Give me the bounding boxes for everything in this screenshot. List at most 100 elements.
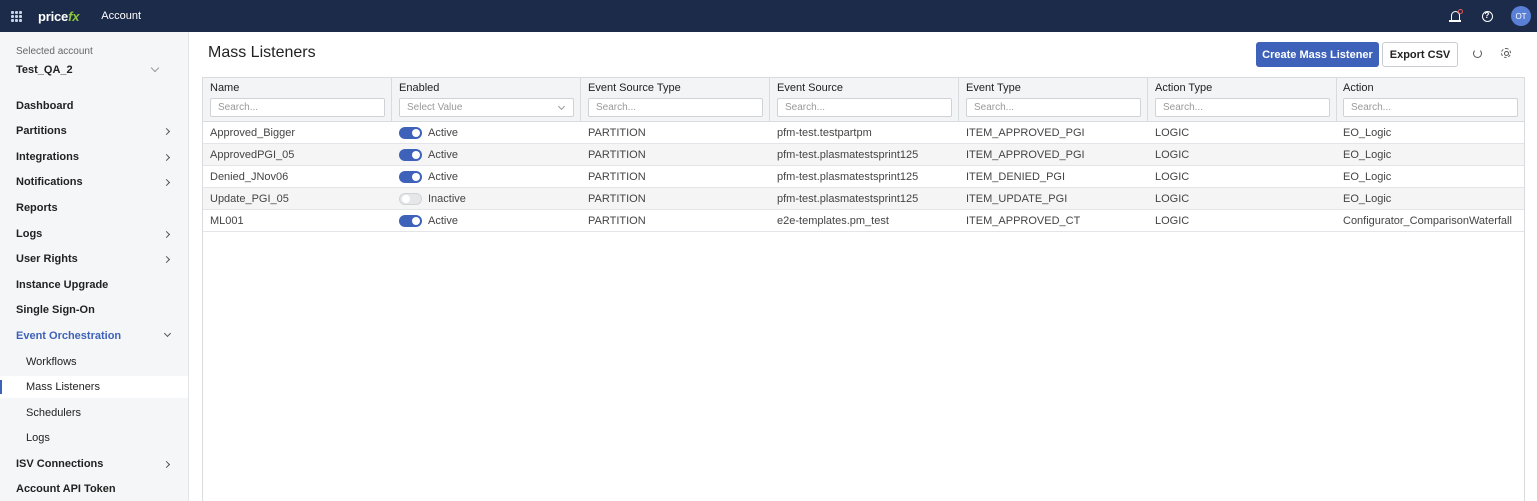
chevron-down-icon[interactable] [150,63,160,73]
event-source-filter-input[interactable]: Search... [777,98,952,117]
table-row[interactable]: Update_PGI_05 Inactive PARTITION pfm-tes… [203,188,1524,210]
cell-status: Inactive [428,193,466,205]
help-icon[interactable]: ? [1479,8,1495,24]
page-title: Mass Listeners [208,44,316,61]
sidebar-item-logs[interactable]: Logs [0,223,188,245]
export-csv-button[interactable]: Export CSV [1382,42,1458,67]
cell-event-source-type: PARTITION [588,149,646,161]
sidebar-item-dashboard[interactable]: Dashboard [0,95,188,117]
chevron-right-icon [162,178,171,187]
account-selector[interactable]: Test_QA_2 [16,64,73,76]
event-type-filter-input[interactable]: Search... [966,98,1141,117]
cell-action: EO_Logic [1343,127,1392,139]
enabled-filter-select[interactable]: Select Value [399,98,574,117]
cell-event-source: e2e-templates.pm_test [777,215,889,227]
cell-action: EO_Logic [1343,171,1392,183]
pricefx-logo[interactable]: pricefx [38,9,79,24]
table-row[interactable]: ML001 Active PARTITION e2e-templates.pm_… [203,210,1524,232]
cell-name: Approved_Bigger [210,127,296,139]
sidebar-item-single-sign-on[interactable]: Single Sign-On [0,299,188,321]
app-title: Account [101,10,141,22]
cell-action-type: LOGIC [1155,171,1190,183]
column-header-name[interactable]: Name Search... [203,78,392,122]
cell-action-type: LOGIC [1155,127,1190,139]
event-source-type-filter-input[interactable]: Search... [588,98,763,117]
sidebar-item-eo-logs[interactable]: Logs [0,427,188,449]
cell-status: Active [428,215,458,227]
chevron-right-icon [162,230,171,239]
notifications-bell-icon[interactable] [1447,8,1463,24]
enabled-toggle[interactable] [399,127,422,139]
cell-event-source-type: PARTITION [588,171,646,183]
sidebar-item-isv-connections[interactable]: ISV Connections [0,453,188,475]
cell-action-type: LOGIC [1155,149,1190,161]
cell-event-source-type: PARTITION [588,127,646,139]
enabled-toggle[interactable] [399,193,422,205]
column-header-action-type[interactable]: Action Type Search... [1148,78,1337,122]
column-header-event-type[interactable]: Event Type Search... [959,78,1148,122]
table-header: Name Search... Enabled Select Value Even… [203,78,1524,122]
cell-name: ML001 [210,215,244,227]
cell-status: Active [428,171,458,183]
cell-event-source-type: PARTITION [588,193,646,205]
chevron-right-icon [162,460,171,469]
enabled-toggle[interactable] [399,149,422,161]
table-row[interactable]: ApprovedPGI_05 Active PARTITION pfm-test… [203,144,1524,166]
column-header-action[interactable]: Action Search... [1336,78,1524,122]
cell-event-type: ITEM_DENIED_PGI [966,171,1066,183]
sidebar-item-partitions[interactable]: Partitions [0,120,188,142]
column-header-event-source[interactable]: Event Source Search... [770,78,959,122]
cell-event-type: ITEM_APPROVED_PGI [966,127,1085,139]
apps-grid-icon[interactable] [2,0,30,32]
column-title: Name [210,82,240,94]
selected-account-label: Selected account [16,46,93,57]
chevron-right-icon [162,255,171,264]
cell-event-source: pfm-test.plasmatestsprint125 [777,171,919,183]
cell-status: Active [428,127,458,139]
column-title: Action Type [1155,82,1213,94]
chevron-down-icon [163,329,172,338]
enabled-toggle[interactable] [399,215,422,227]
sidebar-item-user-rights[interactable]: User Rights [0,248,188,270]
mass-listeners-table: Name Search... Enabled Select Value Even… [202,77,1525,501]
table-row[interactable]: Denied_JNov06 Active PARTITION pfm-test.… [203,166,1524,188]
chevron-right-icon [162,153,171,162]
sidebar-item-instance-upgrade[interactable]: Instance Upgrade [0,274,188,296]
action-type-filter-input[interactable]: Search... [1155,98,1330,117]
cell-event-source: pfm-test.plasmatestsprint125 [777,193,919,205]
refresh-icon[interactable] [1470,46,1484,60]
user-avatar[interactable]: OT [1511,6,1531,26]
enabled-toggle[interactable] [399,171,422,183]
cell-action: EO_Logic [1343,193,1392,205]
cell-event-type: ITEM_UPDATE_PGI [966,193,1068,205]
column-title: Action [1343,82,1374,94]
column-title: Event Source [777,82,844,94]
cell-event-type: ITEM_APPROVED_CT [966,215,1081,227]
sidebar-item-mass-listeners[interactable]: Mass Listeners [0,376,188,398]
column-title: Enabled [399,82,440,94]
table-row[interactable]: Approved_Bigger Active PARTITION pfm-tes… [203,122,1524,144]
sidebar-item-reports[interactable]: Reports [0,197,188,219]
chevron-right-icon [162,127,171,136]
cell-action: Configurator_ComparisonWaterfall [1343,215,1512,227]
cell-status: Active [428,149,458,161]
create-mass-listener-button[interactable]: Create Mass Listener [1256,42,1379,67]
column-header-event-source-type[interactable]: Event Source Type Search... [581,78,770,122]
sidebar-item-workflows[interactable]: Workflows [0,351,188,373]
column-header-enabled[interactable]: Enabled Select Value [392,78,581,122]
name-filter-input[interactable]: Search... [210,98,385,117]
cell-name: ApprovedPGI_05 [210,149,295,161]
action-filter-input[interactable]: Search... [1343,98,1518,117]
top-bar: pricefx Account ? OT [0,0,1537,32]
cell-event-source: pfm-test.testpartpm [777,127,872,139]
sidebar-item-event-orchestration[interactable]: Event Orchestration [0,325,188,347]
settings-gear-icon[interactable] [1499,46,1513,60]
cell-event-source: pfm-test.plasmatestsprint125 [777,149,919,161]
sidebar-item-schedulers[interactable]: Schedulers [0,402,188,424]
cell-action-type: LOGIC [1155,215,1190,227]
sidebar-item-notifications[interactable]: Notifications [0,171,188,193]
column-title: Event Type [966,82,1021,94]
sidebar-item-account-api-token[interactable]: Account API Token [0,478,188,500]
sidebar-item-integrations[interactable]: Integrations [0,146,188,168]
column-title: Event Source Type [588,82,681,94]
